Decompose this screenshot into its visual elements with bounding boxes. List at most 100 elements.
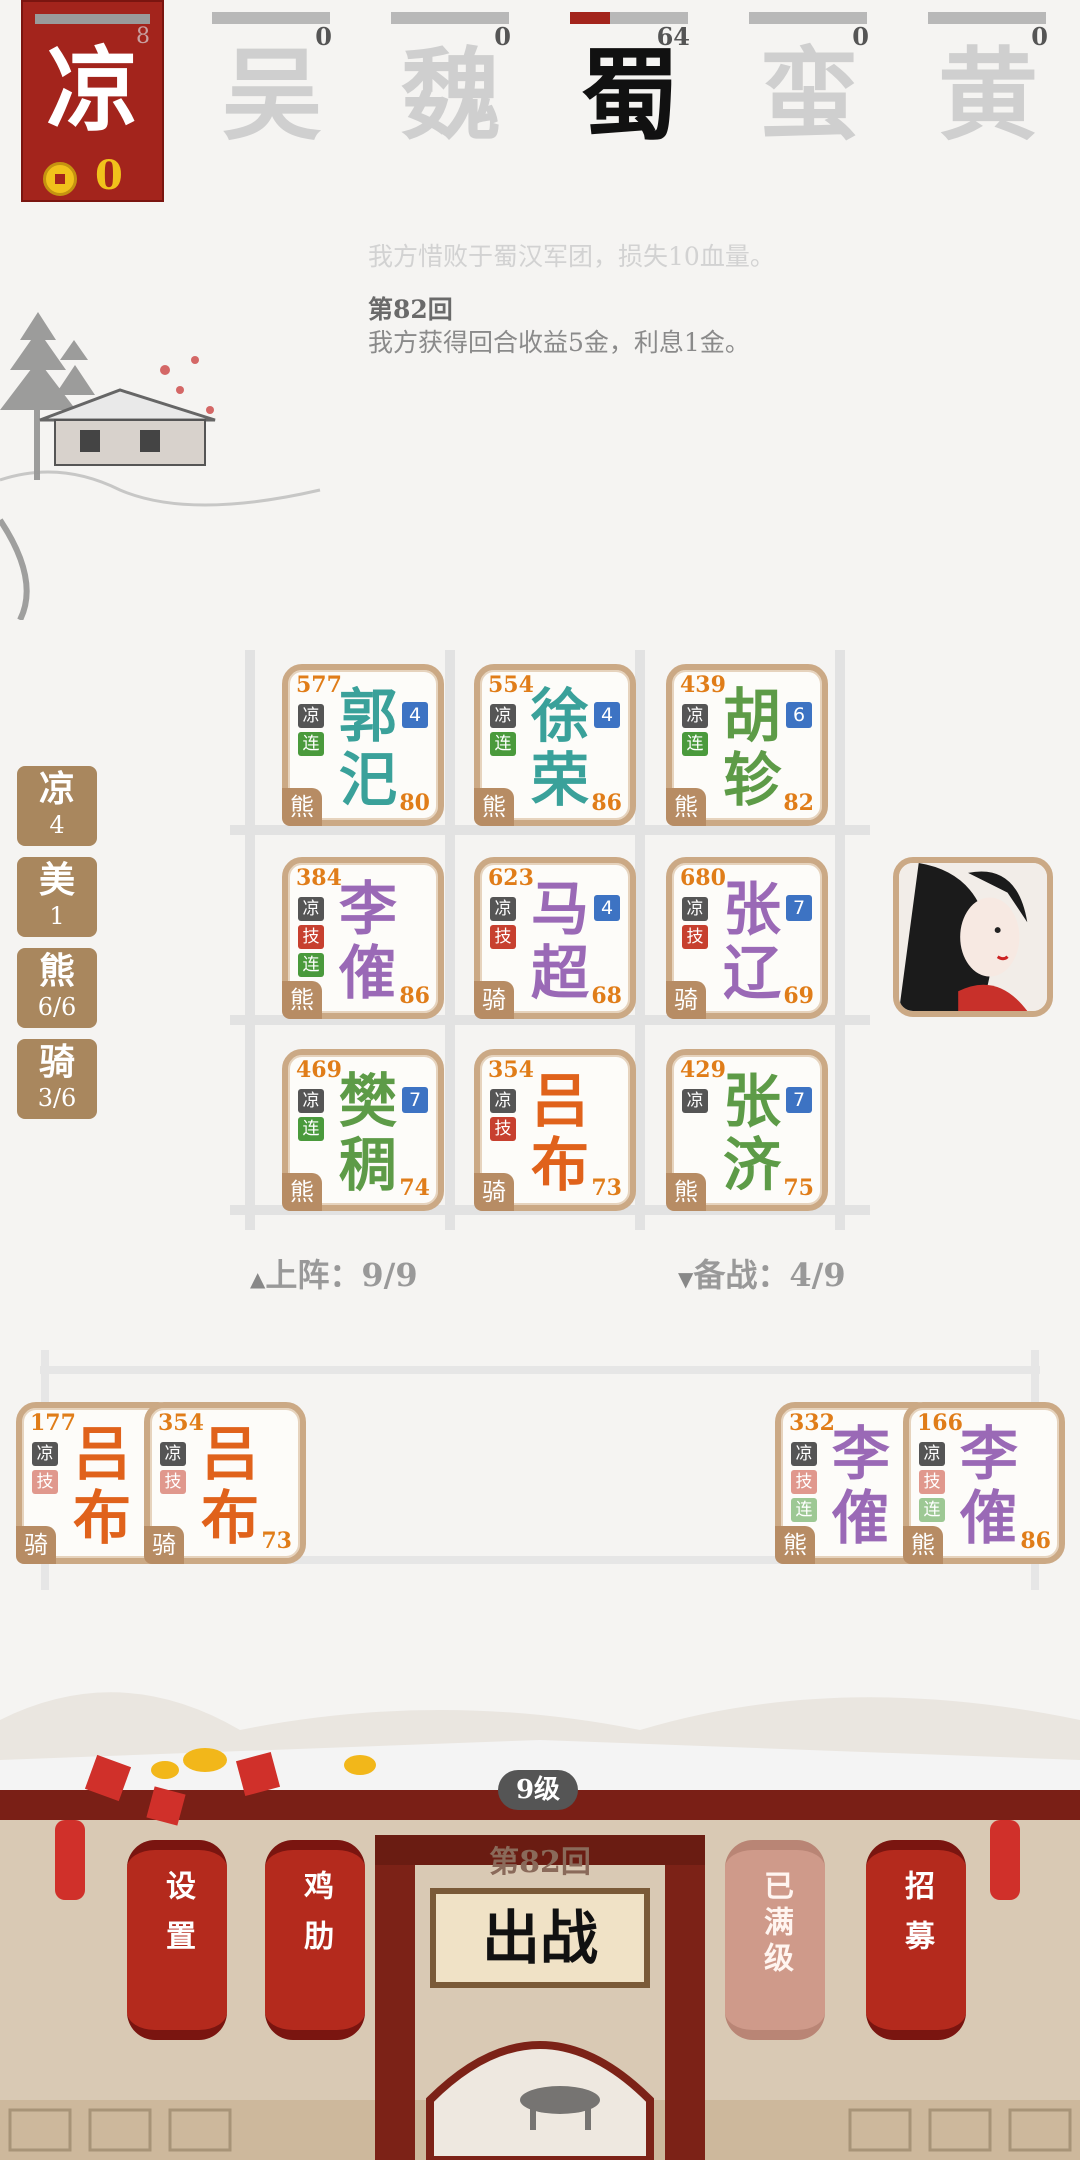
faction-hp-bar <box>928 12 1046 24</box>
bench-unit-card[interactable]: 166 凉技连李傕熊 86 <box>903 1402 1065 1564</box>
faction-name: 黄 <box>938 36 1038 154</box>
deploy-count: ▲上阵：9/9 <box>250 1250 418 1296</box>
lady-portrait-icon <box>899 863 1047 1011</box>
synergy-item[interactable]: 凉4 <box>17 766 97 846</box>
unit-tag: 凉 <box>791 1442 817 1466</box>
faction-slot: 0吴 <box>212 10 332 160</box>
unit-name: 樊稠 <box>338 1067 397 1199</box>
unit-tag: 凉 <box>682 1089 708 1113</box>
board-unit-card[interactable]: 439 凉连 6 胡轸熊 82 <box>666 664 828 826</box>
faction-name: 蜀 <box>580 36 680 154</box>
board-unit-card[interactable]: 680 凉技 7 张辽骑 69 <box>666 857 828 1019</box>
unit-tag: 技 <box>298 925 324 949</box>
unit-tag: 凉 <box>919 1442 945 1466</box>
unit-tag: 凉 <box>682 704 708 728</box>
unit-name: 郭汜 <box>338 682 397 814</box>
coin-icon <box>43 162 77 196</box>
board-unit-card[interactable]: 429 凉 7 张济熊 75 <box>666 1049 828 1211</box>
unit-tag: 凉 <box>490 1089 516 1113</box>
unit-tag: 连 <box>298 732 324 756</box>
unit-tag: 连 <box>919 1498 945 1522</box>
unit-name: 吕布 <box>200 1420 259 1552</box>
unit-tags: 凉技 <box>160 1442 186 1494</box>
unit-type: 熊 <box>282 788 322 826</box>
unit-tags: 凉连 <box>298 704 324 756</box>
unit-tag: 凉 <box>32 1442 58 1466</box>
log-previous-line: 我方惜败于蜀汉军团，损失10血量。 <box>368 242 775 271</box>
unit-attack: 74 <box>399 1175 430 1201</box>
chicken-rib-label: 鸡肋 <box>298 1870 333 1970</box>
round-label: 第82回 <box>489 1845 591 1880</box>
unit-name: 李傕 <box>831 1420 890 1552</box>
board-unit-card[interactable]: 384 凉技连李傕熊 86 <box>282 857 444 1019</box>
faction-name: 魏 <box>401 36 501 154</box>
reserve-count: ▼备战：4/9 <box>678 1250 846 1296</box>
unit-attack: 68 <box>591 983 622 1009</box>
faction-name: 吴 <box>222 36 322 154</box>
synergy-item[interactable]: 美1 <box>17 857 97 937</box>
unit-name: 吕布 <box>530 1067 589 1199</box>
unit-type: 熊 <box>282 1173 322 1211</box>
unit-type: 熊 <box>282 981 322 1019</box>
log-round-text: 我方获得回合收益5金，利息1金。 <box>368 328 750 357</box>
synergy-item[interactable]: 熊 6/6 <box>17 948 97 1028</box>
faction-hp-bar <box>391 12 509 24</box>
faction-slot: 64 蜀 <box>570 10 690 160</box>
unit-type: 熊 <box>666 1173 706 1211</box>
unit-tags: 凉连 <box>682 704 708 756</box>
player-faction-name: 凉 <box>46 36 139 144</box>
settings-label: 设置 <box>160 1870 195 1970</box>
faction-hp-bar <box>212 12 330 24</box>
unit-attack: 69 <box>783 983 814 1009</box>
unit-attack: 86 <box>1020 1528 1051 1554</box>
unit-attack: 86 <box>399 983 430 1009</box>
unit-tags: 凉连 <box>298 1089 324 1141</box>
unit-name: 徐荣 <box>530 682 589 814</box>
synergy-name: 熊 <box>38 950 75 992</box>
settings-button[interactable]: 设置 <box>127 1840 227 2040</box>
board-unit-card[interactable]: 577 凉连 4 郭汜熊 80 <box>282 664 444 826</box>
unit-tag: 技 <box>791 1470 817 1494</box>
level-up-button[interactable]: 已满级 <box>725 1840 825 2040</box>
faction-hp-bar <box>749 12 867 24</box>
unit-tags: 凉技连 <box>919 1442 945 1522</box>
faction-name: 蛮 <box>759 36 859 154</box>
unit-type: 骑 <box>666 981 706 1019</box>
synergy-item[interactable]: 骑 3/6 <box>17 1039 97 1119</box>
unit-tag: 连 <box>791 1498 817 1522</box>
unit-name: 马超 <box>530 875 589 1007</box>
board-unit-card[interactable]: 354 凉技吕布骑 73 <box>474 1049 636 1211</box>
unit-tag: 技 <box>32 1470 58 1494</box>
unit-type: 骑 <box>474 1173 514 1211</box>
deploy-count-label: 上阵：9/9 <box>265 1256 418 1294</box>
hero-portrait[interactable] <box>893 857 1053 1017</box>
unit-tag: 凉 <box>298 897 324 921</box>
level-up-label: 已满级 <box>758 1870 793 1978</box>
unit-tags: 凉技连 <box>791 1442 817 1522</box>
bench-unit-card[interactable]: 354 凉技吕布骑 73 <box>144 1402 306 1564</box>
faction-hp-fill <box>570 12 611 24</box>
chicken-rib-button[interactable]: 鸡肋 <box>265 1840 365 2040</box>
unit-tag: 凉 <box>298 1089 324 1113</box>
triangle-up-icon: ▲ <box>250 1267 266 1291</box>
unit-attack: 80 <box>399 790 430 816</box>
unit-type: 骑 <box>144 1526 184 1564</box>
synergy-name: 凉 <box>38 768 75 810</box>
board-unit-card[interactable]: 554 凉连 4 徐荣熊 86 <box>474 664 636 826</box>
unit-name: 胡轸 <box>722 682 781 814</box>
unit-type: 熊 <box>903 1526 943 1564</box>
battle-button[interactable]: 出战 <box>430 1888 650 1988</box>
unit-tag: 技 <box>160 1470 186 1494</box>
unit-name: 张济 <box>722 1067 781 1199</box>
unit-tag: 技 <box>490 925 516 949</box>
synergy-name: 骑 <box>38 1041 75 1083</box>
board-unit-card[interactable]: 623 凉技 4 马超骑 68 <box>474 857 636 1019</box>
faction-slot: 0黄 <box>928 10 1048 160</box>
board-unit-card[interactable]: 469 凉连 7 樊稠熊 74 <box>282 1049 444 1211</box>
unit-tags: 凉技 <box>682 897 708 949</box>
recruit-button[interactable]: 招募 <box>866 1840 966 2040</box>
unit-tags: 凉技连 <box>298 897 324 977</box>
unit-type: 骑 <box>474 981 514 1019</box>
unit-type: 熊 <box>666 788 706 826</box>
triangle-down-icon: ▼ <box>678 1267 694 1291</box>
